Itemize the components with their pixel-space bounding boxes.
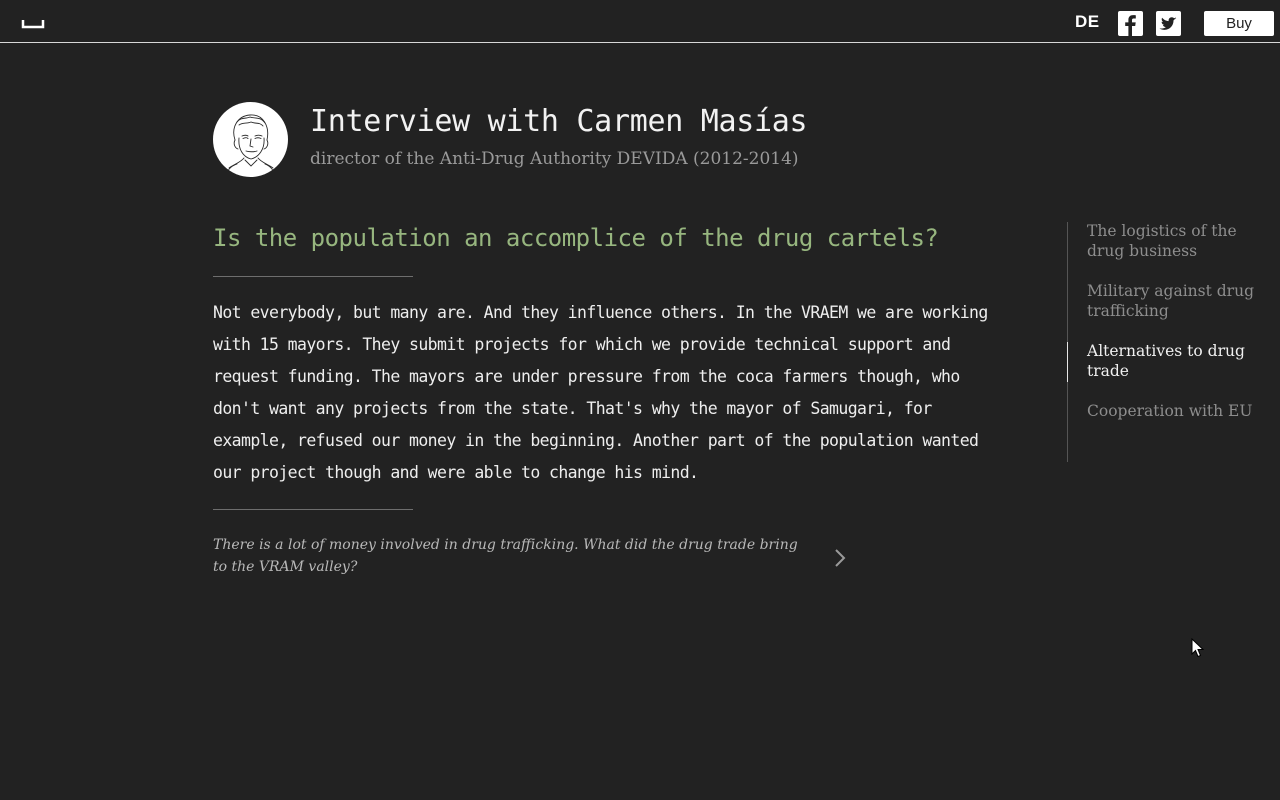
- sidenav-item-logistics[interactable]: The logistics of the drug business: [1087, 221, 1267, 261]
- twitter-icon[interactable]: [1156, 11, 1181, 36]
- sidenav-item-military[interactable]: Military against drug trafficking: [1087, 281, 1267, 321]
- top-bar: DE Buy: [0, 0, 1280, 43]
- mouse-pointer-icon: [1191, 638, 1205, 658]
- sidenav-item-cooperation[interactable]: Cooperation with EU: [1087, 401, 1267, 421]
- next-question-link[interactable]: There is a lot of money involved in drug…: [213, 534, 813, 578]
- buy-button[interactable]: Buy: [1204, 11, 1274, 36]
- chevron-right-icon[interactable]: [832, 547, 848, 569]
- facebook-icon[interactable]: [1118, 11, 1143, 36]
- page-subtitle: director of the Anti-Drug Authority DEVI…: [310, 149, 799, 169]
- sidenav-active-indicator: [1067, 342, 1068, 382]
- bracket-logo-icon[interactable]: [21, 16, 45, 30]
- divider: [213, 509, 413, 510]
- sidenav-item-alternatives[interactable]: Alternatives to drug trade: [1087, 341, 1267, 381]
- portrait-sketch-avatar: [213, 102, 288, 177]
- interview-answer: Not everybody, but many are. And they in…: [213, 303, 988, 482]
- page-title: Interview with Carmen Masías: [310, 104, 808, 139]
- interview-question: Is the population an accomplice of the d…: [213, 224, 939, 252]
- language-switch[interactable]: DE: [1075, 12, 1100, 32]
- divider: [213, 276, 413, 277]
